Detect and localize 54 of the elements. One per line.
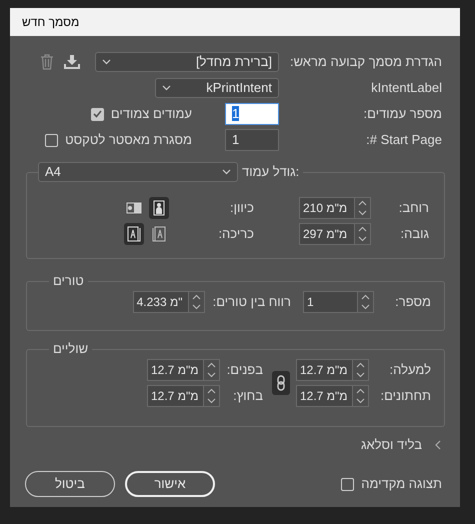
field-label: הגדרת מסמך קבועה מראש: bbox=[288, 53, 442, 72]
dimension-field[interactable]: 297 מ"מ bbox=[299, 223, 355, 245]
field-label: רוחב: bbox=[398, 199, 429, 218]
checkbox-label: מסגרת מאסטר לטקסט bbox=[65, 131, 192, 150]
up-down-arrows-icon[interactable] bbox=[358, 200, 367, 216]
dialog-button[interactable]: ביטול bbox=[25, 471, 115, 497]
link-icon[interactable] bbox=[272, 371, 290, 395]
up-down-arrows-icon[interactable] bbox=[207, 388, 216, 404]
trash-icon[interactable] bbox=[40, 54, 54, 70]
up-down-arrows-icon[interactable] bbox=[356, 362, 365, 378]
up-down-arrows-icon[interactable] bbox=[356, 388, 365, 404]
up-down-arrows-icon[interactable] bbox=[358, 226, 367, 242]
field-label: רווח בין טורים: bbox=[212, 293, 291, 312]
checkbox[interactable] bbox=[341, 478, 354, 490]
up-down-arrows-icon[interactable] bbox=[192, 294, 201, 310]
gutter-field[interactable]: 4.233 מ" bbox=[132, 291, 189, 313]
checkbox-label: תצוגה מקדימה bbox=[361, 475, 442, 494]
field-label: תחתונים: bbox=[379, 387, 431, 406]
field-label: בחוץ: bbox=[232, 387, 264, 406]
field-label: kIntentLabel bbox=[370, 79, 442, 98]
margin-field[interactable]: 12.7 מ"מ bbox=[147, 359, 204, 381]
field-label: גובה: bbox=[399, 225, 429, 244]
field-label: למעלה: bbox=[388, 361, 431, 380]
portrait-page-icon[interactable] bbox=[149, 197, 169, 219]
up-down-arrows-icon[interactable] bbox=[361, 294, 370, 310]
page-count-field[interactable]: 1 bbox=[225, 103, 279, 125]
right-page-icon[interactable] bbox=[124, 223, 144, 245]
dimension-field[interactable]: 210 מ"מ bbox=[299, 197, 355, 219]
field-label: מספר עמודים: bbox=[362, 105, 442, 124]
dialog-button[interactable]: אישור bbox=[125, 471, 215, 497]
margin-field[interactable]: 12.7 מ"מ bbox=[296, 359, 353, 381]
column-count-field[interactable]: 1 bbox=[303, 291, 358, 313]
checkbox[interactable] bbox=[45, 134, 58, 146]
download-icon[interactable] bbox=[64, 55, 80, 69]
caret-icon bbox=[102, 59, 111, 65]
field-label: מספר: bbox=[394, 293, 431, 312]
margin-field[interactable]: 12.7 מ"מ bbox=[296, 385, 353, 407]
field-label: Start Page #: bbox=[365, 131, 442, 150]
field-label: כיוון: bbox=[229, 199, 254, 218]
preset-dropdown[interactable]: [ברירת מחדל] bbox=[95, 52, 279, 72]
caret-icon bbox=[162, 85, 171, 91]
intent-dropdown[interactable]: kPrintIntent bbox=[155, 78, 279, 98]
chevron-left-icon[interactable] bbox=[434, 440, 442, 450]
caret-icon bbox=[222, 169, 231, 175]
field-label: כריכה: bbox=[217, 225, 254, 244]
up-down-arrows-icon[interactable] bbox=[207, 362, 216, 378]
checkbox[interactable] bbox=[90, 108, 104, 120]
section-toggle[interactable]: בליד וסלאג bbox=[360, 435, 422, 455]
field-label: בפנים: bbox=[226, 361, 264, 380]
window-title: מסמך חדש bbox=[22, 14, 80, 31]
margin-field[interactable]: 12.7 מ"מ bbox=[147, 385, 204, 407]
checkbox-label: עמודים צמודים bbox=[110, 105, 192, 124]
page-size-dropdown[interactable]: A4 bbox=[38, 162, 238, 182]
start-page-field[interactable]: 1 bbox=[225, 129, 279, 151]
